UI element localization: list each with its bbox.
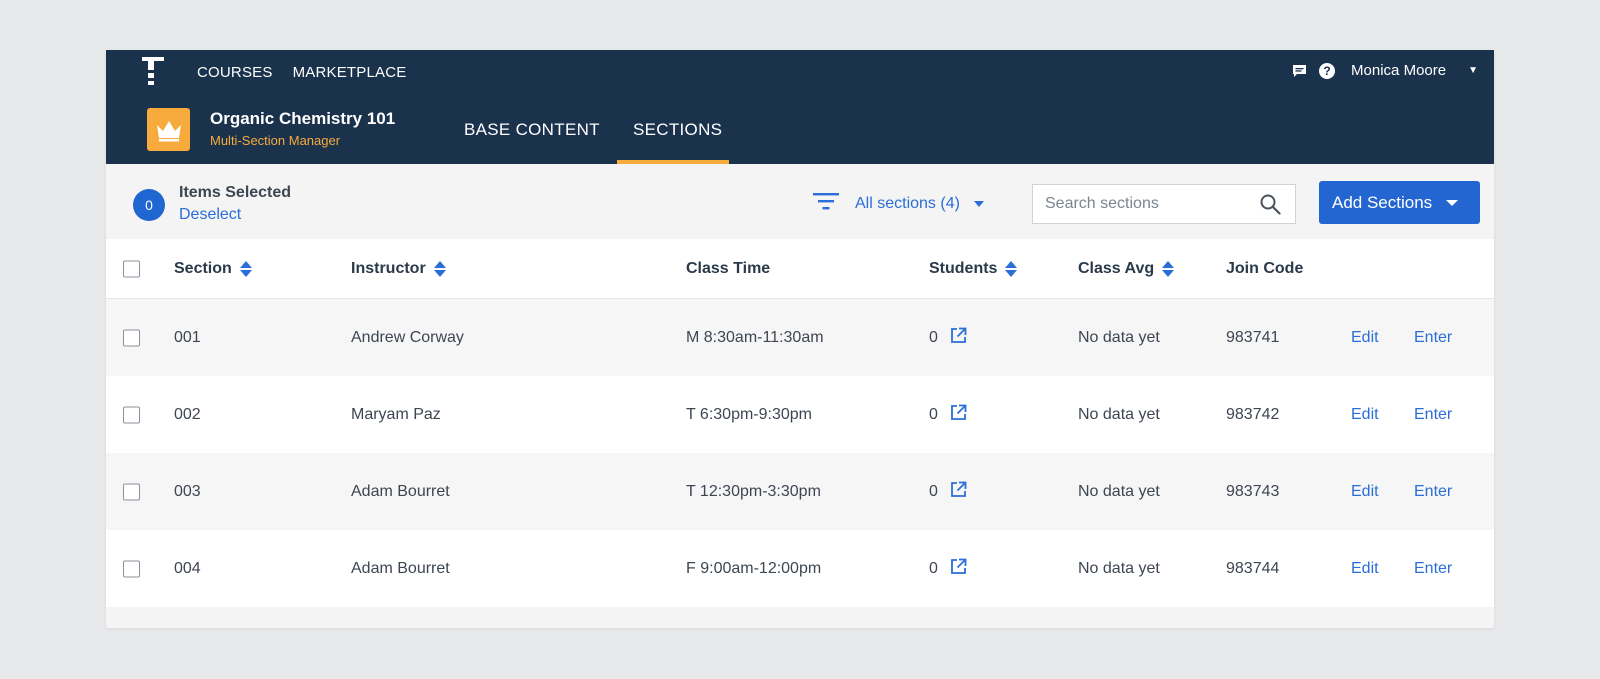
join-code: 983741	[1226, 328, 1280, 346]
sort-icon[interactable]	[1005, 260, 1018, 277]
section-filter-dropdown[interactable]: All sections (4)	[813, 192, 984, 215]
sort-icon[interactable]	[1162, 260, 1175, 277]
add-sections-label: Add Sections	[1332, 192, 1433, 212]
header-class-avg-label: Class Avg	[1078, 259, 1155, 277]
nav-marketplace[interactable]: MARKETPLACE	[293, 64, 407, 81]
header-join-code: Join Code	[1226, 259, 1304, 277]
students-cell: 0	[929, 558, 967, 580]
edit-link[interactable]: Edit	[1351, 329, 1379, 347]
section-number: 003	[174, 482, 201, 500]
external-link-icon[interactable]	[950, 404, 967, 426]
filter-icon	[813, 192, 839, 215]
section-number: 002	[174, 405, 201, 423]
sort-icon[interactable]	[433, 260, 446, 277]
header-instructor[interactable]: Instructor	[351, 260, 446, 278]
class-time: T 6:30pm-9:30pm	[686, 405, 812, 423]
selected-count-badge: 0	[133, 189, 165, 221]
user-menu-caret-icon[interactable]: ▼	[1468, 65, 1478, 76]
row-checkbox[interactable]	[123, 483, 140, 500]
class-average: No data yet	[1078, 328, 1160, 346]
external-link-icon[interactable]	[950, 481, 967, 503]
table-row: 002 Maryam Paz T 6:30pm-9:30pm 0 No data…	[106, 376, 1494, 453]
instructor-name: Maryam Paz	[351, 405, 441, 423]
header-students[interactable]: Students	[929, 259, 1018, 278]
user-name[interactable]: Monica Moore	[1351, 62, 1446, 79]
header-class-avg[interactable]: Class Avg	[1078, 259, 1175, 278]
table-row: 004 Adam Bourret F 9:00am-12:00pm 0 No d…	[106, 530, 1494, 607]
class-average: No data yet	[1078, 482, 1160, 500]
tab-sections[interactable]: SECTIONS	[633, 120, 722, 140]
class-average: No data yet	[1078, 405, 1160, 423]
enter-link[interactable]: Enter	[1414, 329, 1452, 347]
instructor-name: Adam Bourret	[351, 482, 450, 500]
edit-link[interactable]: Edit	[1351, 406, 1379, 424]
select-all-checkbox[interactable]	[123, 260, 140, 277]
students-count: 0	[929, 482, 938, 500]
tab-base-content[interactable]: BASE CONTENT	[464, 120, 600, 140]
students-cell: 0	[929, 481, 967, 503]
join-code: 983743	[1226, 482, 1280, 500]
section-number: 001	[174, 328, 201, 346]
sort-icon[interactable]	[239, 260, 252, 277]
instructor-name: Adam Bourret	[351, 559, 450, 577]
filter-label: All sections (4)	[855, 194, 960, 212]
chevron-down-icon	[973, 200, 984, 207]
deselect-link[interactable]: Deselect	[179, 206, 241, 224]
row-checkbox[interactable]	[123, 329, 140, 346]
instructor-name: Andrew Corway	[351, 328, 464, 346]
class-time: M 8:30am-11:30am	[686, 328, 824, 346]
table-row: 001 Andrew Corway M 8:30am-11:30am 0 No …	[106, 299, 1494, 376]
section-number: 004	[174, 559, 201, 577]
svg-text:?: ?	[1323, 64, 1330, 78]
help-icon[interactable]: ?	[1319, 62, 1336, 79]
students-cell: 0	[929, 404, 967, 426]
edit-link[interactable]: Edit	[1351, 560, 1379, 578]
table-row: 003 Adam Bourret T 12:30pm-3:30pm 0 No d…	[106, 453, 1494, 530]
course-title: Organic Chemistry 101	[210, 109, 396, 128]
class-time: T 12:30pm-3:30pm	[686, 482, 821, 500]
header-section[interactable]: Section	[174, 260, 252, 278]
external-link-icon[interactable]	[950, 327, 967, 349]
header-section-label: Section	[174, 259, 232, 277]
crown-icon	[147, 108, 190, 151]
row-checkbox[interactable]	[123, 560, 140, 577]
chevron-down-icon	[1446, 199, 1459, 206]
row-checkbox[interactable]	[123, 406, 140, 423]
external-link-icon[interactable]	[950, 558, 967, 580]
students-cell: 0	[929, 327, 967, 349]
students-count: 0	[929, 559, 938, 577]
header: COURSES MARKETPLACE ? Monica Moore ▼ Org…	[106, 50, 1494, 164]
table-header: Section Instructor Class Time Students C…	[106, 239, 1494, 299]
items-selected-label: Items Selected	[179, 184, 292, 201]
sections-table: Section Instructor Class Time Students C…	[106, 239, 1494, 628]
students-count: 0	[929, 328, 938, 346]
app-window: COURSES MARKETPLACE ? Monica Moore ▼ Org…	[106, 50, 1494, 628]
header-class-time: Class Time	[686, 259, 771, 277]
user-area: ? Monica Moore ▼	[1292, 62, 1478, 79]
search-input[interactable]	[1045, 195, 1255, 213]
header-students-label: Students	[929, 259, 998, 277]
top-nav: COURSES MARKETPLACE	[197, 64, 407, 81]
header-instructor-label: Instructor	[351, 259, 426, 277]
edit-link[interactable]: Edit	[1351, 483, 1379, 501]
enter-link[interactable]: Enter	[1414, 560, 1452, 578]
app-logo-icon[interactable]	[142, 57, 166, 85]
enter-link[interactable]: Enter	[1414, 483, 1452, 501]
search-icon[interactable]	[1260, 194, 1281, 220]
search-box	[1032, 184, 1296, 224]
toolbar: 0 Items Selected Deselect All sections (…	[106, 164, 1494, 239]
table-footer-spacer	[106, 607, 1494, 628]
enter-link[interactable]: Enter	[1414, 406, 1452, 424]
class-time: F 9:00am-12:00pm	[686, 559, 822, 577]
class-average: No data yet	[1078, 559, 1160, 577]
add-sections-button[interactable]: Add Sections	[1319, 181, 1480, 224]
students-count: 0	[929, 405, 938, 423]
join-code: 983742	[1226, 405, 1280, 423]
course-subtitle: Multi-Section Manager	[210, 133, 341, 148]
nav-courses[interactable]: COURSES	[197, 64, 273, 81]
join-code: 983744	[1226, 559, 1280, 577]
chat-icon[interactable]	[1292, 64, 1307, 77]
